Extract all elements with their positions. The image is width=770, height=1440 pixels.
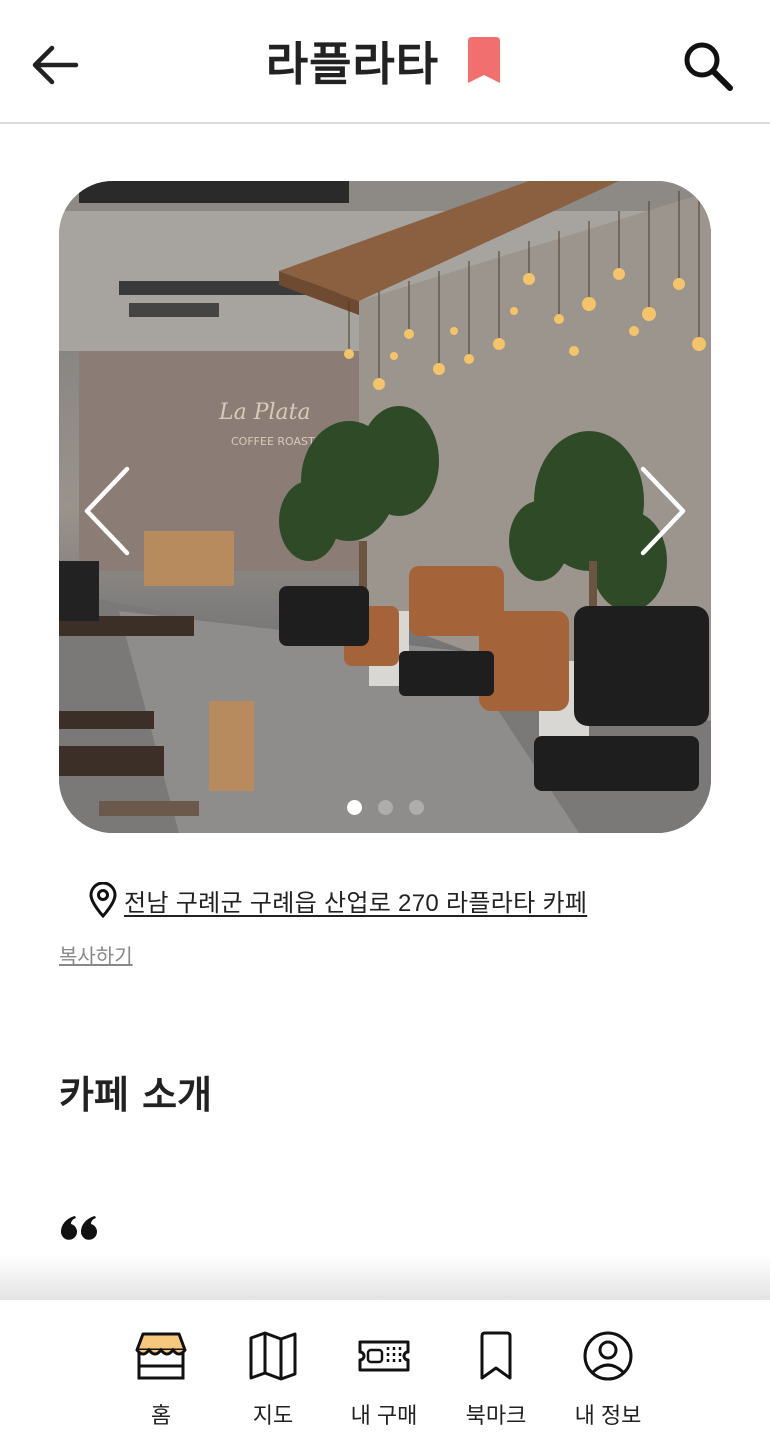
cafe-interior-photo: La Plata COFFEE ROASTERS bbox=[59, 181, 711, 833]
svg-text:La Plata: La Plata bbox=[218, 400, 311, 425]
nav-label: 내 구매 bbox=[350, 1403, 418, 1428]
nav-label: 내 정보 bbox=[574, 1403, 642, 1428]
location-pin-icon bbox=[89, 882, 117, 918]
page-title: 라플라타 bbox=[265, 37, 440, 91]
section-title: 카페 소개 bbox=[59, 1073, 213, 1117]
search-icon[interactable] bbox=[680, 38, 736, 94]
address-link[interactable]: 전남 구례군 구례읍 산업로 270 라플라타 카페 bbox=[124, 883, 587, 918]
carousel-pagination bbox=[59, 800, 711, 819]
nav-label: 홈 bbox=[150, 1403, 172, 1428]
bookmark-icon[interactable] bbox=[464, 35, 504, 87]
ticket-icon bbox=[358, 1340, 410, 1372]
nav-label: 지도 bbox=[252, 1403, 294, 1428]
top-app-bar: 라플라타 bbox=[0, 0, 770, 124]
carousel-dot[interactable] bbox=[408, 800, 424, 815]
nav-bookmarks[interactable]: 북마크 bbox=[441, 1330, 551, 1430]
nav-map[interactable]: 지도 bbox=[218, 1330, 328, 1430]
copy-address-button[interactable]: 복사하기 bbox=[59, 940, 133, 969]
bookmark-outline-icon bbox=[480, 1331, 512, 1380]
nav-label: 북마크 bbox=[465, 1403, 527, 1428]
user-circle-icon bbox=[583, 1331, 633, 1381]
nav-profile[interactable]: 내 정보 bbox=[553, 1330, 663, 1430]
quote-mark-icon bbox=[61, 1216, 97, 1240]
bottom-navigation: 홈 지도 내 구매 북마크 내 정보 bbox=[0, 1300, 770, 1440]
carousel-next-chevron-icon[interactable] bbox=[631, 461, 691, 561]
photo-carousel[interactable]: La Plata COFFEE ROASTERS bbox=[59, 181, 711, 833]
nav-purchases[interactable]: 내 구매 bbox=[329, 1330, 439, 1430]
scroll-fade bbox=[0, 1255, 770, 1305]
carousel-dot[interactable] bbox=[346, 800, 362, 815]
carousel-dot[interactable] bbox=[377, 800, 393, 815]
nav-home[interactable]: 홈 bbox=[106, 1330, 216, 1430]
map-icon bbox=[249, 1331, 297, 1381]
store-icon bbox=[135, 1332, 187, 1380]
carousel-prev-chevron-icon[interactable] bbox=[79, 461, 139, 561]
address-row: 전남 구례군 구례읍 산업로 270 라플라타 카페 bbox=[88, 880, 587, 920]
title-group: 라플라타 bbox=[0, 28, 770, 94]
